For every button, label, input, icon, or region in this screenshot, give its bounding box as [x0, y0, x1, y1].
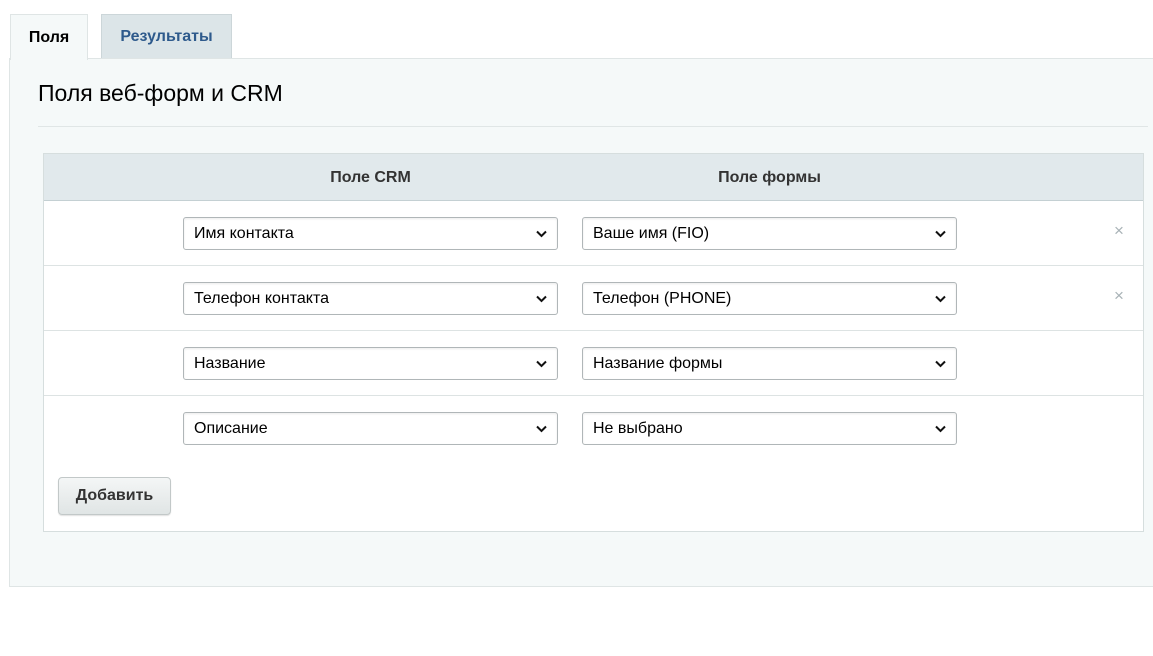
crm-field-select[interactable]: Название: [183, 347, 558, 380]
page-title: Поля веб-форм и CRM: [38, 80, 283, 106]
crm-field-value: Название: [194, 354, 266, 372]
crm-field-value: Телефон контакта: [194, 289, 330, 307]
remove-row-icon[interactable]: ×: [1111, 286, 1127, 306]
crm-field-select[interactable]: Имя контакта: [183, 217, 558, 250]
chevron-down-icon: [935, 360, 946, 368]
chevron-down-icon: [536, 230, 547, 238]
form-field-select[interactable]: Не выбрано: [582, 412, 957, 445]
form-field-select[interactable]: Телефон (PHONE): [582, 282, 957, 315]
form-field-select[interactable]: Ваше имя (FIO): [582, 217, 957, 250]
title-divider: [38, 126, 1148, 127]
chevron-down-icon: [935, 230, 946, 238]
chevron-down-icon: [536, 425, 547, 433]
mapping-row: Название Название формы: [44, 331, 1143, 396]
chevron-down-icon: [935, 425, 946, 433]
chevron-down-icon: [536, 295, 547, 303]
tab-panel: Поля веб-форм и CRM Поле CRM Поле формы …: [9, 58, 1153, 587]
form-field-value: Название формы: [593, 354, 723, 372]
crm-field-value: Описание: [194, 419, 268, 437]
crm-field-select[interactable]: Телефон контакта: [183, 282, 558, 315]
form-field-value: Телефон (PHONE): [593, 289, 732, 307]
header-form-field: Поле формы: [718, 168, 821, 186]
tab-fields[interactable]: Поля: [10, 14, 88, 60]
table-header: Поле CRM Поле формы: [44, 154, 1143, 201]
crm-field-value: Имя контакта: [194, 224, 294, 242]
crm-field-select[interactable]: Описание: [183, 412, 558, 445]
form-field-select[interactable]: Название формы: [582, 347, 957, 380]
field-mapping-table: Поле CRM Поле формы Имя контакта Ваше им…: [43, 153, 1144, 532]
chevron-down-icon: [935, 295, 946, 303]
form-field-value: Ваше имя (FIO): [593, 224, 710, 242]
mapping-row: Имя контакта Ваше имя (FIO) ×: [44, 201, 1143, 266]
mapping-row: Телефон контакта Телефон (PHONE) ×: [44, 266, 1143, 331]
tab-results[interactable]: Результаты: [101, 14, 232, 59]
header-crm-field: Поле CRM: [330, 168, 411, 186]
mapping-row: Описание Не выбрано: [44, 396, 1143, 461]
add-button[interactable]: Добавить: [58, 477, 171, 515]
remove-row-icon[interactable]: ×: [1111, 221, 1127, 241]
chevron-down-icon: [536, 360, 547, 368]
form-field-value: Не выбрано: [593, 419, 683, 437]
